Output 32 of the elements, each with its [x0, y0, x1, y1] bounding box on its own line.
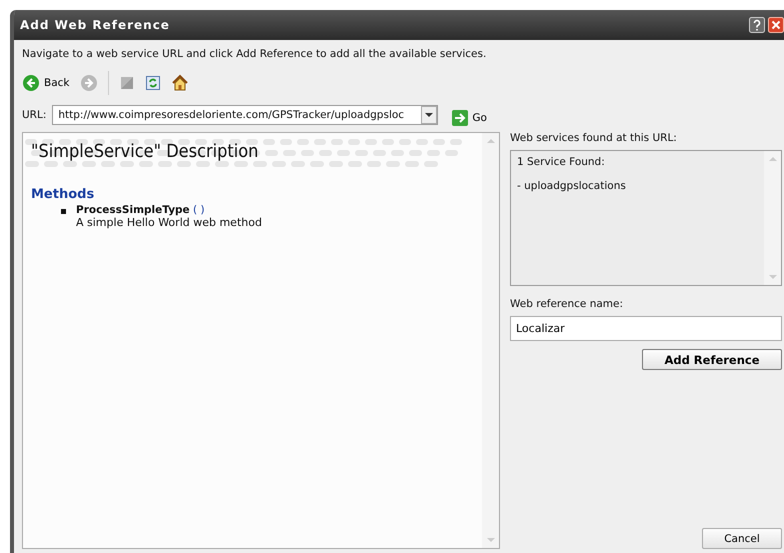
close-icon[interactable] [768, 17, 784, 33]
service-text: - uploadgpslocations [517, 180, 627, 192]
method-summary: A simple Hello World web method [76, 216, 262, 229]
window-title: Add Web Reference [20, 18, 170, 32]
url-label: URL: [22, 109, 46, 121]
method-params: ( ) [193, 204, 205, 216]
service-text: 1 Service Found: [517, 156, 606, 168]
services-label: Web services found at this URL: [510, 132, 678, 144]
scroll-down-icon[interactable] [486, 536, 496, 544]
go-button[interactable]: Go [452, 110, 487, 126]
scroll-up-icon[interactable] [768, 155, 778, 163]
refresh-icon[interactable] [144, 75, 160, 91]
method-link[interactable]: ProcessSimpleType [76, 204, 190, 216]
cancel-button[interactable]: Cancel [702, 528, 782, 549]
home-icon[interactable] [170, 74, 188, 92]
go-arrow-icon [452, 110, 468, 126]
scrollbar[interactable] [764, 151, 781, 285]
forward-icon[interactable] [80, 74, 98, 92]
scroll-up-icon[interactable] [486, 137, 496, 145]
scroll-down-icon[interactable] [768, 273, 778, 281]
methods-heading: Methods [30, 187, 96, 202]
reference-name-field[interactable]: Localizar [510, 316, 782, 341]
back-button[interactable]: Back [22, 74, 70, 92]
description-heading: "SimpleService" Description [31, 141, 258, 162]
stop-icon[interactable] [118, 75, 134, 91]
scrollbar[interactable] [482, 133, 499, 548]
url-field[interactable]: http://www.coimpresoresdeloriente.com/GPSTracker/uploadgpsloc [52, 105, 438, 125]
instruction-text: Navigate to a web service URL and click Add Reference to add all the available services. [22, 48, 488, 60]
bullet-icon [61, 209, 66, 214]
help-icon[interactable] [749, 17, 765, 33]
add-reference-button[interactable]: Add Reference [642, 349, 782, 370]
reference-name-label: Web reference name: [510, 298, 624, 310]
